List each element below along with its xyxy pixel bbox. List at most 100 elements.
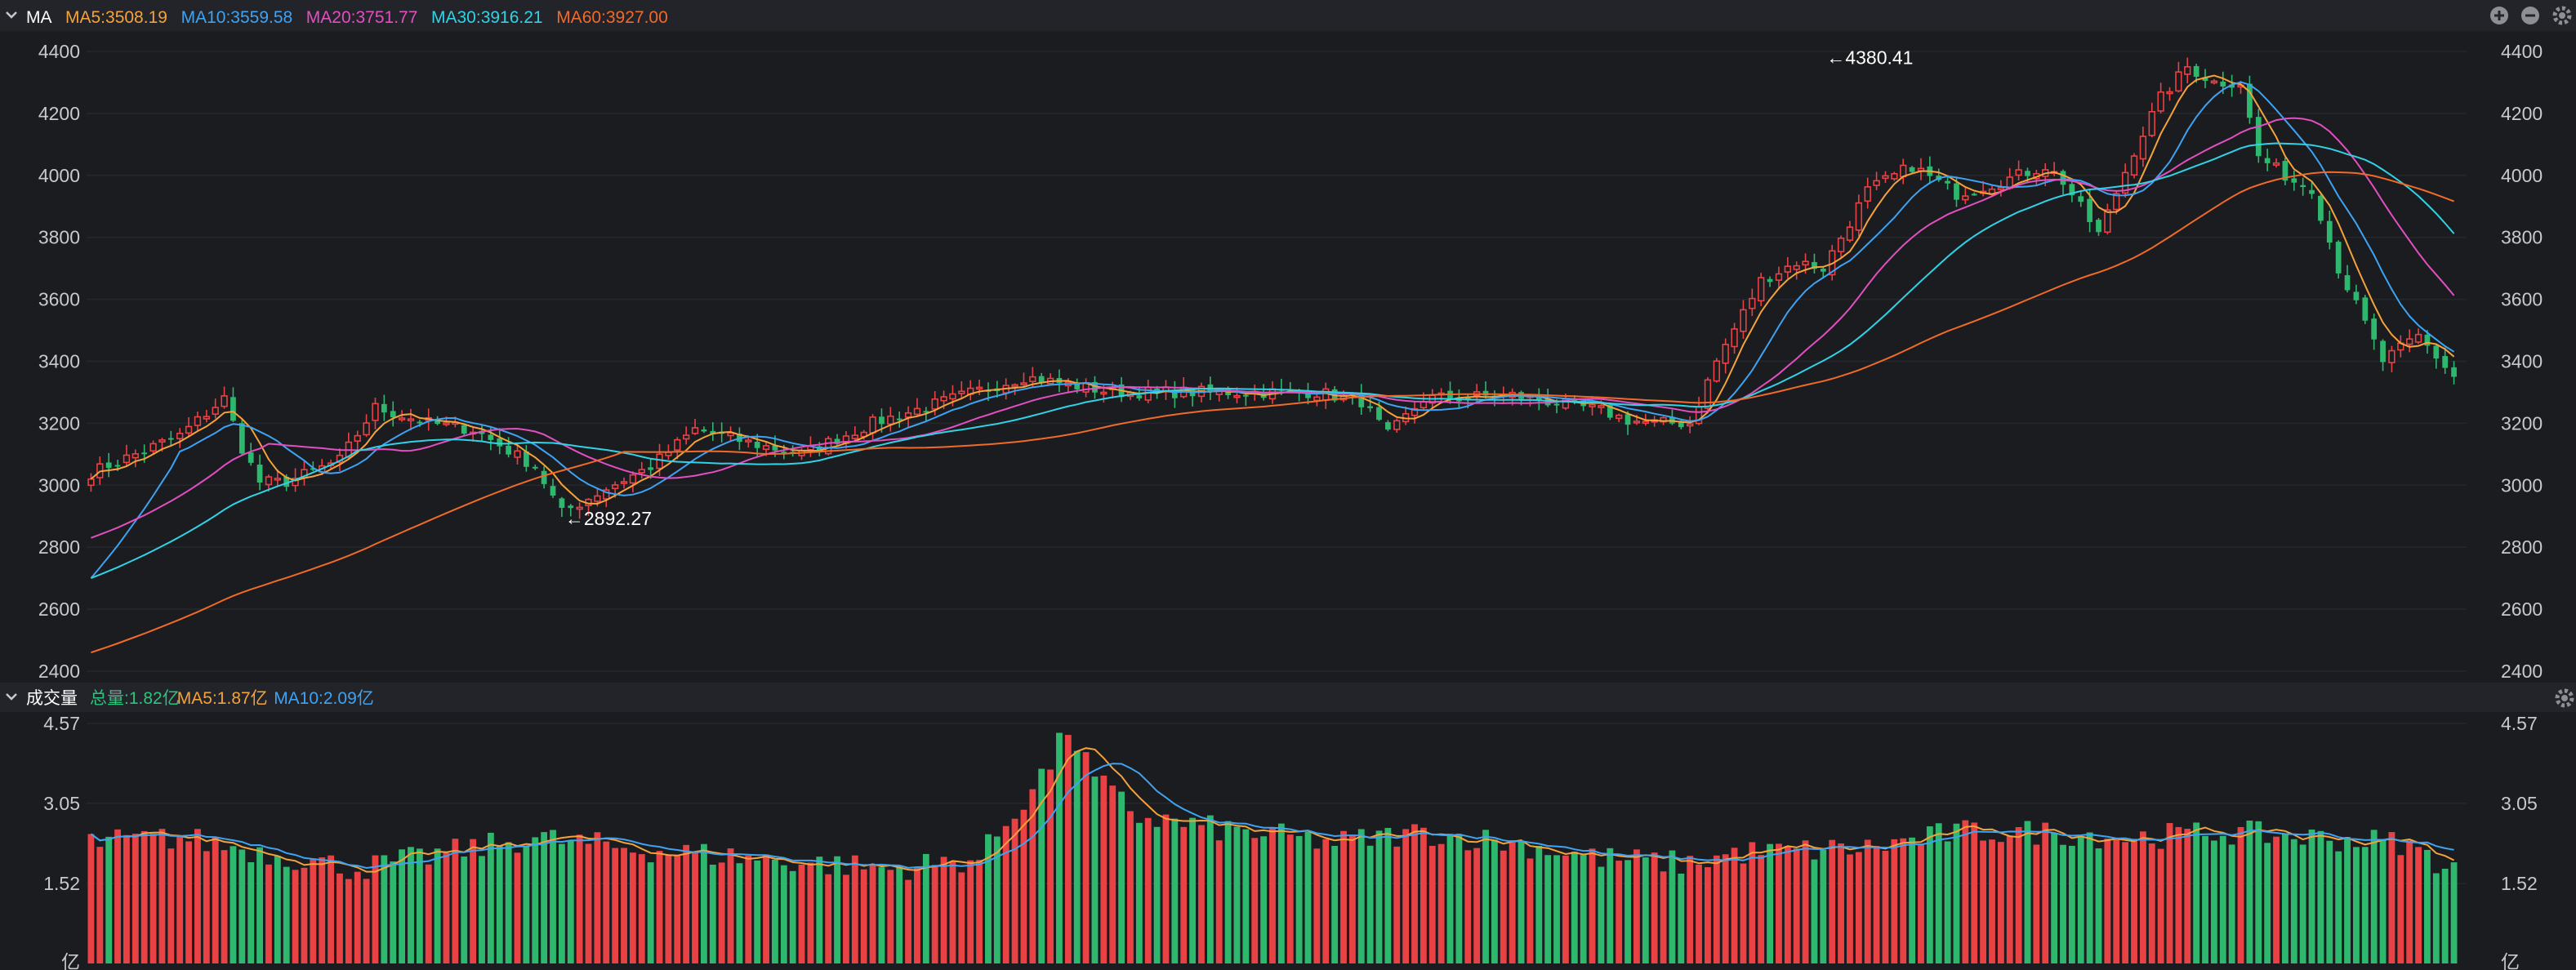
volume-tick-label-right: 1.52 [2501,873,2538,894]
volume-bar [718,862,725,963]
volume-bar [1571,852,1578,963]
legend-item: MA10:3559.58 [181,8,293,27]
volume-bar [914,867,920,963]
volume-bar [1437,843,1445,963]
volume-bar [1607,848,1614,963]
volume-bar [763,854,769,963]
y-tick-label: 4000 [38,165,80,186]
volume-bar [1651,852,1658,963]
volume-bar [1971,822,1978,963]
volume-bar [976,860,983,963]
volume-bar [851,855,858,963]
volume-bar [247,862,255,963]
volume-tick-label: 1.52 [43,873,80,894]
volume-bar [2060,844,2066,963]
volume-bar [1900,838,1907,963]
volume-bar [2335,851,2342,963]
volume-bar [1198,825,1205,963]
volume-bar [381,855,388,963]
y-tick-label: 2800 [38,536,80,558]
volume-bar [1926,826,1933,963]
volume-bar [1811,859,1818,963]
y-tick-label-right: 3800 [2501,227,2543,248]
volume-bar [700,843,707,963]
volume-bar [905,879,911,963]
volume-bar [2441,868,2449,963]
volume-tick-label: 亿 [61,951,80,970]
price-minus-button[interactable] [2521,7,2539,24]
extreme-value-label: ←2892.27 [565,508,652,529]
volume-bar [2210,840,2217,963]
volume-bar [612,848,619,963]
volume-bar [629,852,636,963]
volume-bar [1038,768,1045,963]
volume-bar [96,847,104,963]
y-tick-label: 3200 [38,412,80,434]
volume-bar [2131,839,2137,963]
volume-bar [496,846,503,963]
volume-bar [158,829,166,963]
volume-bar [2255,821,2262,963]
volume-bar [922,853,929,963]
volume-bar [123,834,130,963]
volume-bar [1127,811,1134,963]
volume-bar [505,842,512,963]
stock-chart[interactable]: MA MA5:3508.19 MA10:3559.58 MA20:3751.77 MA… [0,0,2576,970]
volume-bar [416,848,423,963]
volume-bar [656,851,663,963]
y-tick-label-right: 3600 [2501,289,2543,310]
volume-bar [230,846,237,963]
y-tick-label-right: 4000 [2501,165,2543,186]
volume-bar [896,865,903,963]
volume-bar [2175,826,2182,963]
volume-bar [1776,843,1782,963]
volume-bar [310,859,317,963]
volume-bar [1171,818,1179,963]
volume-bar [683,844,690,963]
volume-bar [1135,822,1143,963]
volume-bar [363,879,370,963]
volume-bar [2166,823,2173,963]
volume-bar [1829,839,1836,963]
volume-bar [487,832,494,963]
volume-bar [1153,826,1161,963]
price-add-button[interactable] [2490,7,2508,24]
volume-bar [754,860,761,963]
volume-bar [114,829,121,963]
volume-bar [567,840,574,963]
volume-bar [2193,822,2200,963]
volume-bar [1056,732,1063,963]
volume-bar [1260,836,1268,963]
volume-bar [1064,735,1072,963]
volume-bar [1242,829,1250,963]
volume-bar [931,865,938,963]
volume-bar [772,859,778,963]
volume-bar [176,836,184,963]
volume-bar [212,837,219,963]
volume-bar [2228,844,2235,963]
volume-bar [807,862,814,963]
volume-bar [274,856,281,963]
candle [2335,240,2342,279]
legend-item: MA30:3916.21 [431,8,543,27]
volume-bar [283,866,290,963]
volume-bar [1793,848,1800,963]
volume-bar [1989,839,1995,963]
volume-bar [167,848,175,963]
y-tick-label: 3600 [38,289,80,310]
volume-bar [1624,860,1631,963]
volume-bar [1277,823,1285,963]
volume-bar [2450,862,2458,963]
volume-bar [1758,855,1765,963]
volume-bar [621,848,627,963]
volume-bar [1375,830,1383,963]
y-tick-label-right: 3000 [2501,474,2543,496]
volume-bar [1642,857,1649,963]
volume-bar [1215,840,1223,963]
volume-bar [1109,785,1116,963]
y-tick-label-right: 2800 [2501,536,2543,558]
volume-bar [647,862,654,963]
volume-bar [2308,829,2315,963]
volume-bar [149,834,157,963]
volume-bar [860,869,867,963]
